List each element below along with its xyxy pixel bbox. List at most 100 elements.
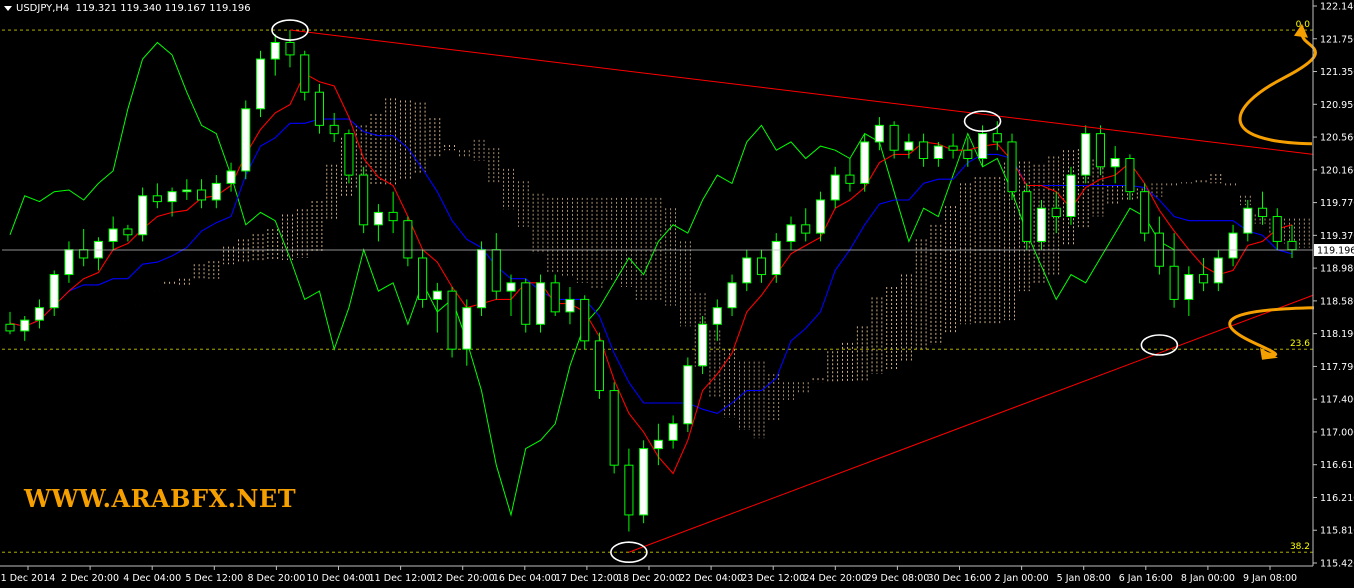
bear-candle	[992, 133, 1002, 143]
bear-candle	[1125, 158, 1135, 193]
time-tick-label: 2 Dec 20:00	[61, 573, 119, 584]
bear-candle	[948, 145, 958, 151]
bear-candle	[344, 133, 354, 176]
watermark: WWW.ARABFX.NET	[24, 484, 297, 513]
bear-candle	[1287, 240, 1297, 251]
bull-candle	[108, 228, 118, 242]
bear-candle	[624, 464, 634, 516]
price-tick-label: 118.190	[1320, 329, 1354, 340]
bull-candle	[1066, 174, 1076, 218]
bull-candle	[241, 108, 251, 172]
bull-candle	[1213, 257, 1223, 284]
time-tick-label: 23 Dec 12:00	[741, 573, 805, 584]
bear-candle	[447, 290, 457, 350]
bull-candle	[904, 141, 914, 151]
bull-candle	[506, 282, 516, 292]
price-tick-label: 115.420	[1320, 559, 1354, 570]
bear-candle	[300, 54, 310, 93]
time-tick-label: 11 Dec 12:00	[369, 573, 433, 584]
bull-candle	[1036, 207, 1047, 242]
time-tick-label: 5 Dec 12:00	[185, 573, 243, 584]
bull-candle	[182, 189, 192, 193]
bull-candle	[742, 257, 752, 284]
price-tick-label: 116.610	[1320, 460, 1354, 471]
bull-candle	[64, 249, 74, 276]
bull-candle	[432, 290, 442, 300]
bear-candle	[1095, 133, 1105, 168]
bull-candle	[653, 439, 663, 450]
bull-candle	[771, 240, 781, 276]
bull-candle	[727, 282, 737, 309]
bear-candle	[491, 249, 501, 292]
time-tick-label: 12 Dec 20:00	[431, 573, 495, 584]
bull-candle	[830, 174, 840, 201]
bear-candle	[418, 257, 428, 300]
bull-candle	[1110, 158, 1120, 168]
time-tick-label: 9 Jan 08:00	[1243, 573, 1297, 584]
bull-candle	[639, 448, 649, 516]
bear-candle	[1169, 265, 1179, 300]
bull-candle	[373, 211, 383, 226]
bear-candle	[594, 340, 604, 392]
time-tick-label: 5 Jan 08:00	[1057, 573, 1111, 584]
bull-candle	[255, 58, 266, 110]
bear-candle	[388, 211, 398, 222]
bull-candle	[34, 307, 45, 321]
time-tick-label: 8 Dec 20:00	[247, 573, 305, 584]
bull-candle	[668, 423, 678, 441]
time-tick-label: 1 Dec 2014	[1, 573, 56, 584]
bull-candle	[270, 41, 280, 60]
price-tick-label: 121.350	[1320, 67, 1354, 78]
fib-label: 23.6	[1290, 339, 1310, 349]
bull-candle	[1184, 274, 1194, 300]
time-tick-label: 18 Dec 20:00	[617, 573, 681, 584]
bear-candle	[314, 91, 325, 126]
price-tick-label: 119.370	[1320, 231, 1354, 242]
bull-candle	[226, 170, 236, 184]
price-tick-label: 120.950	[1320, 100, 1354, 111]
bear-candle	[963, 149, 973, 160]
price-tick-label: 120.560	[1320, 133, 1354, 144]
bear-candle	[1007, 141, 1017, 193]
bull-candle	[698, 323, 708, 367]
bear-candle	[1272, 216, 1282, 242]
price-tick-label: 115.810	[1320, 526, 1354, 537]
price-tick-label: 122.140	[1320, 2, 1354, 13]
bear-candle	[801, 224, 811, 234]
bull-candle	[1081, 133, 1091, 176]
bear-candle	[889, 124, 899, 151]
bull-candle	[476, 249, 487, 309]
bear-candle	[1051, 207, 1061, 218]
bear-candle	[5, 323, 15, 332]
time-tick-label: 4 Dec 04:00	[123, 573, 181, 584]
symbol-timeframe: USDJPY,H4	[16, 3, 70, 14]
price-tick-label: 120.160	[1320, 165, 1354, 176]
bull-candle	[49, 274, 59, 309]
price-tick-label: 116.210	[1320, 493, 1354, 504]
bear-candle	[1257, 207, 1268, 218]
bull-candle	[535, 282, 546, 325]
price-tick-label: 121.750	[1320, 34, 1354, 45]
bull-candle	[1243, 207, 1253, 234]
bear-candle	[580, 298, 590, 342]
bull-candle	[138, 195, 148, 236]
chart-header: USDJPY,H4 119.321 119.340 119.167 119.19…	[4, 3, 251, 14]
bear-candle	[79, 249, 89, 259]
ohlc-values: 119.321 119.340 119.167 119.196	[75, 3, 251, 14]
current-price-label: 119.196	[1317, 246, 1354, 257]
price-tick-label: 117.000	[1320, 427, 1354, 438]
fib-label: 38.2	[1290, 542, 1310, 552]
price-tick-label: 117.790	[1320, 362, 1354, 373]
bull-candle	[20, 319, 30, 332]
bull-candle	[565, 298, 575, 313]
time-tick-label: 8 Jan 00:00	[1181, 573, 1235, 584]
dropdown-triangle-icon[interactable]	[4, 5, 12, 11]
bear-candle	[403, 220, 413, 259]
bear-candle	[550, 282, 560, 313]
time-tick-label: 30 Dec 16:00	[928, 573, 992, 584]
time-tick-label: 29 Dec 08:00	[865, 573, 929, 584]
time-tick-label: 16 Dec 04:00	[493, 573, 557, 584]
time-tick-label: 22 Dec 04:00	[679, 573, 743, 584]
bull-candle	[683, 365, 693, 425]
bull-candle	[933, 145, 943, 160]
